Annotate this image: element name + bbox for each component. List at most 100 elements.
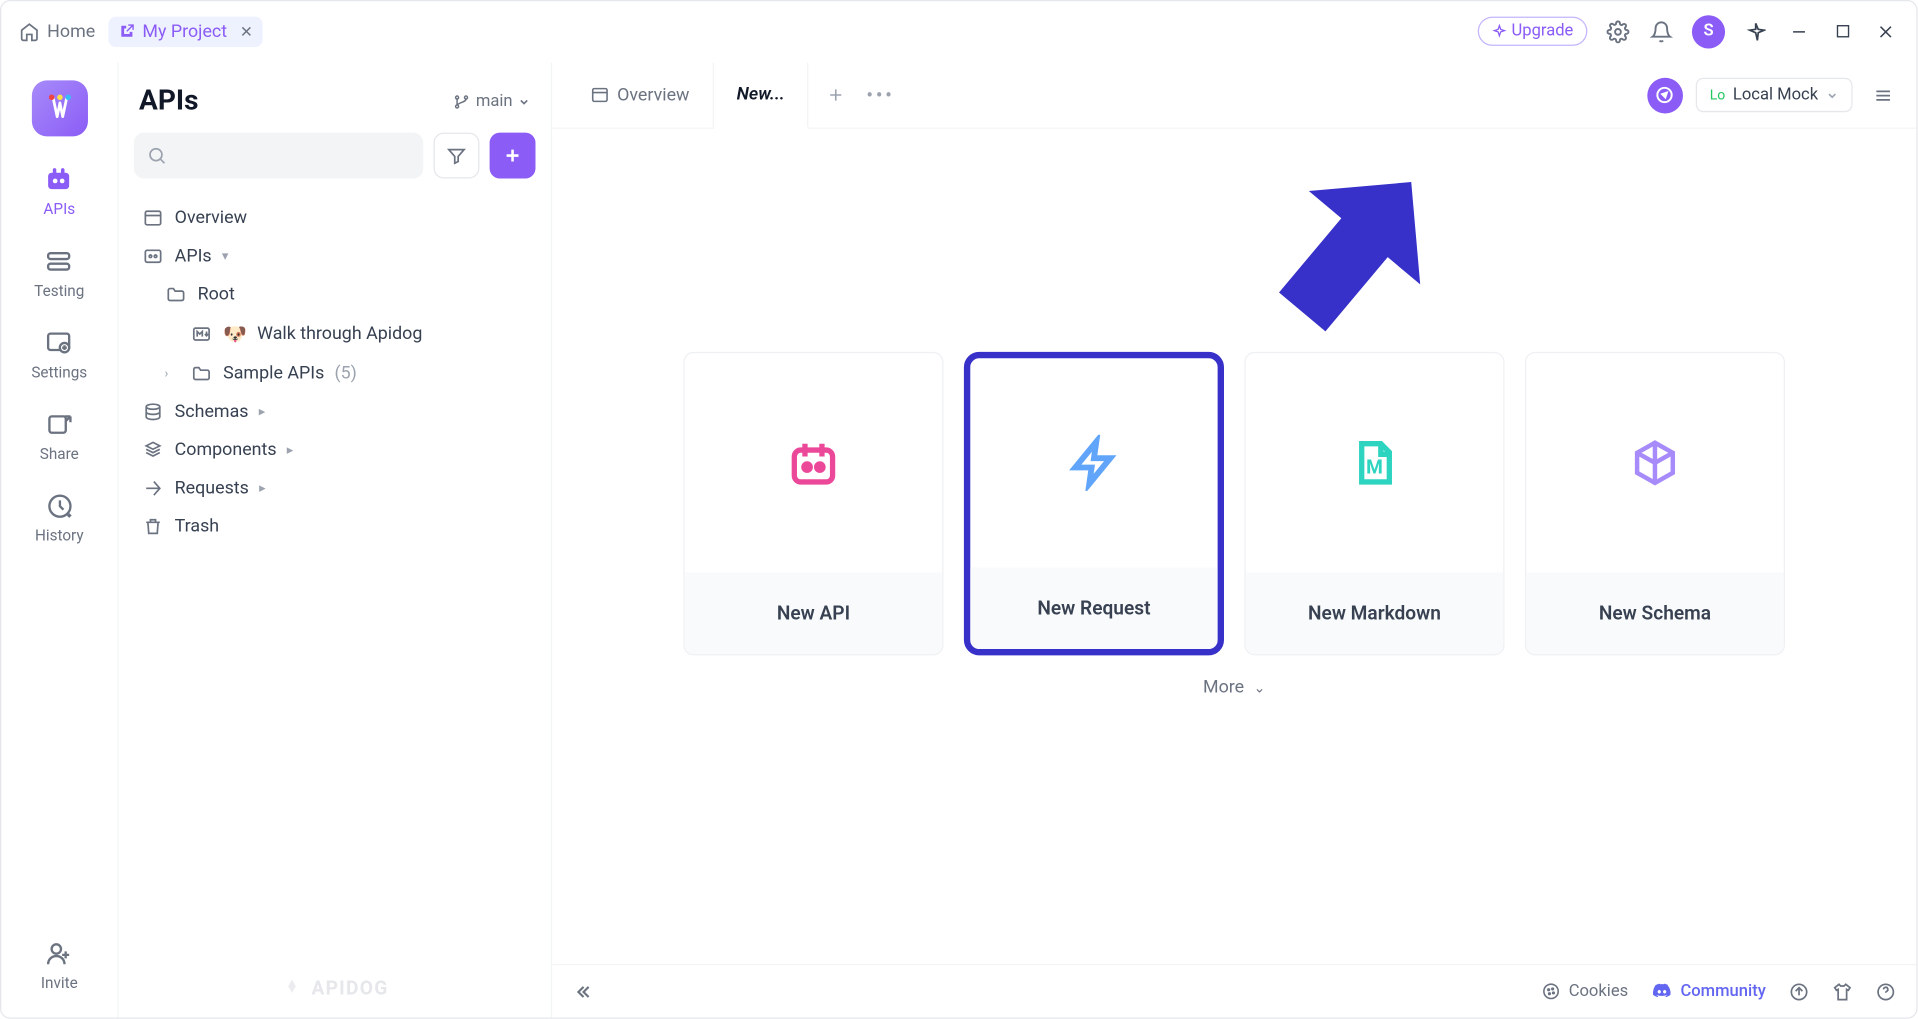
close-icon[interactable]: ✕ (240, 22, 253, 40)
pin-icon[interactable] (1743, 18, 1769, 44)
folder-icon (190, 363, 213, 383)
apis-icon (44, 164, 75, 195)
share-icon (44, 409, 75, 440)
project-tab-label: My Project (142, 21, 227, 41)
nav-rail: APIs Testing Settings Share History (1, 62, 118, 1017)
chevron-icon: ▸ (287, 443, 302, 457)
card-label: New Schema (1526, 572, 1784, 654)
schema-icon (1526, 353, 1784, 572)
maximize-icon[interactable] (1830, 18, 1856, 44)
rail-label: Settings (31, 363, 87, 381)
testing-icon (44, 246, 75, 277)
tree-item-sample-apis[interactable]: › Sample APIs (5) (134, 354, 536, 392)
plus-icon (502, 145, 522, 165)
search-input[interactable] (134, 133, 423, 179)
chevron-icon: ▸ (259, 405, 274, 419)
tree-item-walkthrough[interactable]: 🐶 Walk through Apidog (134, 314, 536, 355)
more-button[interactable]: More ⌄ (552, 677, 1916, 697)
home-label: Home (47, 21, 95, 41)
bell-icon[interactable] (1649, 18, 1675, 44)
plus-icon (827, 85, 846, 104)
request-icon (970, 358, 1217, 567)
tree-item-root[interactable]: Root (134, 275, 536, 313)
tab-menu-button[interactable]: ••• (866, 83, 894, 107)
rail-item-history[interactable]: History (35, 491, 84, 545)
upload-icon (1789, 981, 1809, 1001)
annotation-arrow (1228, 135, 1470, 377)
search-icon (147, 145, 167, 165)
rail-item-share[interactable]: Share (40, 409, 79, 463)
rail-label: Share (40, 445, 79, 463)
settings-rail-icon (44, 328, 75, 359)
compass-icon (1656, 85, 1675, 104)
markdown-icon (190, 324, 213, 344)
upload-button[interactable] (1789, 981, 1809, 1001)
theme-button[interactable] (1832, 981, 1852, 1001)
tree-item-overview[interactable]: Overview (134, 199, 536, 237)
minimize-icon[interactable] (1786, 18, 1812, 44)
tree-item-schemas[interactable]: Schemas ▸ (134, 393, 536, 431)
cookies-button[interactable]: Cookies (1542, 982, 1628, 1001)
add-button[interactable] (490, 133, 536, 179)
chevron-double-left-icon (572, 981, 592, 1001)
chevron-down-icon: ⌄ (1254, 680, 1266, 697)
tree: Overview APIs ▾ Root 🐶 Walk through Apid… (119, 191, 551, 553)
card-new-api[interactable]: New API (683, 352, 943, 655)
cards-container: New API New Request M New Markdown (683, 352, 1785, 655)
branch-selector[interactable]: main (453, 92, 531, 111)
discord-icon (1651, 980, 1673, 1002)
schemas-icon (142, 402, 165, 422)
card-new-request[interactable]: New Request (964, 352, 1224, 655)
brand-icon (281, 977, 304, 1000)
chevron-icon: ▾ (222, 249, 237, 263)
app-logo[interactable] (31, 80, 87, 136)
settings-icon[interactable] (1605, 18, 1631, 44)
tree-item-trash[interactable]: Trash (134, 507, 536, 545)
card-label: New Markdown (1246, 572, 1504, 654)
agent-button[interactable] (1647, 77, 1683, 113)
window-close-icon[interactable] (1873, 18, 1899, 44)
markdown-card-icon: M (1246, 353, 1504, 572)
upgrade-button[interactable]: Upgrade (1477, 17, 1587, 46)
filter-button[interactable] (434, 133, 480, 179)
titlebar: Home My Project ✕ Upgrade S (1, 1, 1916, 62)
rail-label: Invite (41, 974, 78, 992)
tabs-row: Overview New... ••• Lo Local Mock (552, 62, 1916, 128)
components-icon (142, 440, 165, 460)
rail-item-apis[interactable]: APIs (43, 164, 75, 218)
menu-button[interactable] (1865, 77, 1901, 113)
apis-tree-icon (142, 246, 165, 266)
help-button[interactable] (1876, 981, 1896, 1001)
community-button[interactable]: Community (1651, 980, 1766, 1002)
home-tab[interactable]: Home (19, 21, 95, 41)
rail-item-invite[interactable]: Invite (41, 938, 78, 992)
chevron-icon: ▸ (259, 481, 274, 495)
avatar[interactable]: S (1692, 15, 1725, 48)
tab-new[interactable]: New... (714, 62, 809, 128)
tab-overview[interactable]: Overview (567, 62, 713, 128)
rail-item-settings[interactable]: Settings (31, 328, 87, 382)
help-icon (1876, 981, 1896, 1001)
brand-footer: APIDOG (119, 959, 551, 1018)
rail-item-testing[interactable]: Testing (34, 246, 84, 300)
cookie-icon (1542, 982, 1561, 1001)
rail-label: History (35, 527, 84, 545)
tree-item-requests[interactable]: Requests ▸ (134, 469, 536, 507)
invite-icon (44, 938, 75, 969)
tree-item-apis[interactable]: APIs ▾ (134, 237, 536, 275)
chevron-right-icon: › (164, 367, 179, 381)
project-tab[interactable]: My Project ✕ (108, 16, 263, 47)
bottom-bar: Cookies Community (552, 964, 1916, 1018)
branch-label: main (476, 92, 513, 111)
overview-icon (142, 208, 165, 228)
trash-icon (142, 516, 165, 536)
branch-icon (453, 92, 471, 110)
card-new-markdown[interactable]: M New Markdown (1244, 352, 1504, 655)
collapse-sidebar-button[interactable] (572, 981, 592, 1001)
tree-item-components[interactable]: Components ▸ (134, 431, 536, 469)
api-icon (685, 353, 943, 572)
card-new-schema[interactable]: New Schema (1525, 352, 1785, 655)
add-tab-button[interactable] (827, 85, 846, 104)
overview-tab-icon (590, 85, 609, 104)
environment-selector[interactable]: Lo Local Mock (1696, 78, 1853, 112)
